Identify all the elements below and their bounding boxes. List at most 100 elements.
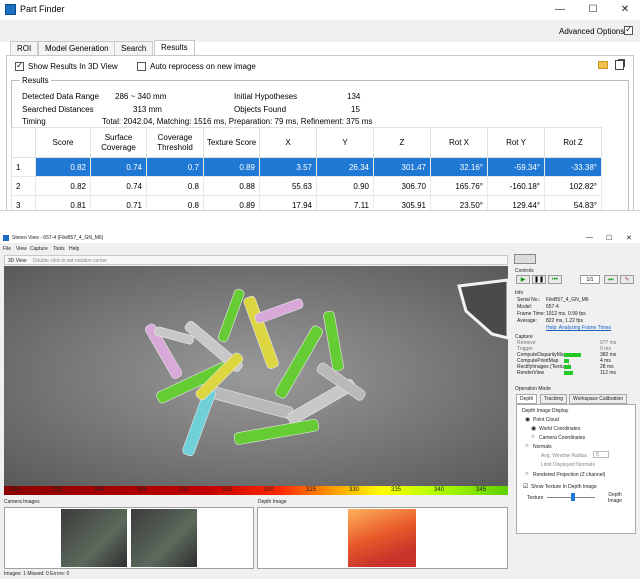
- view-mode-button[interactable]: [514, 254, 536, 264]
- camera-coords-label: Camera Coordinates: [539, 435, 586, 441]
- tab-workspace-calibration[interactable]: Workspace Calibration: [569, 394, 628, 404]
- table-cell: 301.47: [373, 157, 431, 177]
- table-header-row: Score Surface Coverage Coverage Threshol…: [11, 127, 602, 158]
- camera-coords-radio[interactable]: ○: [531, 434, 535, 440]
- world-coords-label: World Coordinates: [539, 426, 581, 432]
- column-header[interactable]: Rot Z: [544, 127, 602, 158]
- normals-radio[interactable]: ○: [525, 443, 529, 449]
- auto-reprocess-checkbox[interactable]: [137, 62, 146, 71]
- hypotheses-label: Initial Hypotheses: [234, 92, 298, 101]
- tab-model-generation[interactable]: Model Generation: [38, 41, 116, 55]
- options-bar: Advanced Options: [0, 20, 640, 42]
- tab-search[interactable]: Search: [114, 41, 154, 55]
- window-title: Part Finder: [20, 4, 65, 14]
- camera-images-label: Camera Images: [4, 499, 40, 505]
- table-cell: -59.34°: [487, 157, 545, 177]
- table-cell: 0.88: [203, 176, 260, 196]
- stereo-close-icon[interactable]: ✕: [626, 234, 632, 242]
- menu-file[interactable]: File: [3, 246, 11, 252]
- tab-depth[interactable]: Depth: [516, 394, 538, 404]
- texture-depth-slider-thumb[interactable]: [571, 493, 575, 501]
- desktop-gap: [0, 211, 640, 233]
- stereo-window-title: Stereo View - 657-4 (FileB57_4_GN_M6): [12, 235, 104, 241]
- column-header[interactable]: X: [259, 127, 317, 158]
- record-icon[interactable]: ✎: [620, 275, 634, 284]
- stereo-app-icon: [3, 235, 9, 241]
- colorbar-tick: 315: [222, 487, 233, 493]
- table-row[interactable]: 1 0.82 0.74 0.7 0.89 3.57 26.34 301.47 3…: [11, 157, 602, 177]
- stereo-maximize-icon[interactable]: ☐: [606, 234, 612, 242]
- menu-capture[interactable]: Capture: [30, 246, 48, 252]
- advanced-options-checkbox[interactable]: [624, 24, 633, 35]
- play-icon[interactable]: ▶: [516, 275, 530, 284]
- column-header[interactable]: Coverage Threshold: [146, 127, 204, 158]
- detected-range-label: Detected Data Range: [22, 92, 99, 101]
- column-header[interactable]: Rot X: [430, 127, 488, 158]
- colorbar-tick: 335: [391, 487, 402, 493]
- 3d-point-cloud-view[interactable]: [4, 266, 508, 486]
- info-value: FileB57_4_GN_M6: [546, 297, 589, 303]
- help-link[interactable]: Help: Analyzing Frame Times: [546, 325, 611, 331]
- pause-icon[interactable]: ❚❚: [532, 275, 546, 284]
- table-cell: 0.7: [146, 157, 204, 177]
- tab-roi[interactable]: ROI: [10, 41, 39, 55]
- menu-help[interactable]: Help: [69, 246, 79, 252]
- folder-icon[interactable]: [598, 61, 608, 69]
- column-header[interactable]: Score: [35, 127, 91, 158]
- stereo-minimize-icon[interactable]: —: [586, 234, 593, 241]
- right-control-panel: Controls ▶ ❚❚ ⏮ 1/1 ⏭ ✎ Info Serial No.:…: [512, 247, 640, 579]
- searched-distances-label: Searched Distances: [22, 105, 94, 114]
- depth-image-label: Depth Image: [258, 499, 287, 505]
- table-cell: 0.90: [316, 176, 374, 196]
- point-cloud-radio[interactable]: ◉: [525, 416, 530, 423]
- tab-results[interactable]: Results: [154, 40, 195, 55]
- table-cell: 55.63: [259, 176, 317, 196]
- copy-icon[interactable]: [615, 60, 624, 70]
- info-key: Frame Time:: [517, 311, 546, 317]
- searched-distances-value: 313 mm: [133, 105, 162, 114]
- view-label: 3D View: [8, 258, 27, 264]
- skip-back-icon[interactable]: ⏮: [548, 275, 562, 284]
- column-header[interactable]: Y: [316, 127, 374, 158]
- left-camera-image: [61, 509, 127, 567]
- info-key: Average:: [517, 318, 537, 324]
- timing-bar: [564, 365, 571, 369]
- tab-tracking[interactable]: Tracking: [540, 394, 567, 404]
- depth-settings-panel: Depth Image Display ◉ Point Cloud ◉ Worl…: [516, 404, 636, 534]
- stereo-title-bar: Stereo View - 657-4 (FileB57_4_GN_M6) — …: [0, 233, 640, 243]
- close-icon[interactable]: ✕: [610, 2, 640, 18]
- row-number: 1: [11, 157, 36, 177]
- table-cell: 0.8: [146, 176, 204, 196]
- skip-forward-icon[interactable]: ⏭: [604, 275, 618, 284]
- avg-window-input[interactable]: 5: [593, 451, 609, 458]
- column-header[interactable]: Surface Coverage: [90, 127, 147, 158]
- view-header: 3D View Double click to set rotation cen…: [4, 255, 508, 265]
- capture-value: 112 ms: [600, 370, 617, 376]
- table-cell: 305.91: [373, 195, 431, 210]
- results-group-title: Results: [20, 76, 51, 85]
- table-cell: 0.82: [35, 176, 91, 196]
- column-header[interactable]: Texture Score: [203, 127, 260, 158]
- mode-tab-bar: Depth Tracking Workspace Calibration: [516, 394, 636, 404]
- column-header[interactable]: Z: [373, 127, 431, 158]
- show-results-checkbox[interactable]: [15, 60, 24, 71]
- table-cell: 129.44°: [487, 195, 545, 210]
- show-results-label: Show Results In 3D View: [28, 62, 118, 71]
- table-row[interactable]: 2 0.82 0.74 0.8 0.88 55.63 0.90 306.70 1…: [11, 176, 602, 196]
- menu-tools[interactable]: Tools: [53, 246, 65, 252]
- minimize-icon[interactable]: —: [545, 2, 575, 18]
- world-coords-radio[interactable]: ◉: [531, 425, 536, 432]
- frame-counter[interactable]: 1/1: [580, 275, 600, 284]
- results-tab-panel: Show Results In 3D View Auto reprocess o…: [6, 55, 634, 210]
- point-cloud-label: Point Cloud: [533, 417, 559, 423]
- menu-view[interactable]: View: [16, 246, 27, 252]
- maximize-icon[interactable]: ☐: [578, 2, 608, 18]
- texture-label: Texture: [527, 495, 544, 501]
- depth-image-slider-label: Depth Image: [608, 492, 622, 504]
- show-texture-checkbox[interactable]: ☑: [523, 483, 528, 490]
- right-camera-image: [131, 509, 197, 567]
- column-header[interactable]: Rot Y: [487, 127, 545, 158]
- rendered-projection-radio[interactable]: ○: [525, 471, 529, 477]
- info-key: Serial No.:: [517, 297, 541, 303]
- table-row[interactable]: 3 0.81 0.71 0.8 0.89 17.94 7.11 305.91 2…: [11, 195, 602, 210]
